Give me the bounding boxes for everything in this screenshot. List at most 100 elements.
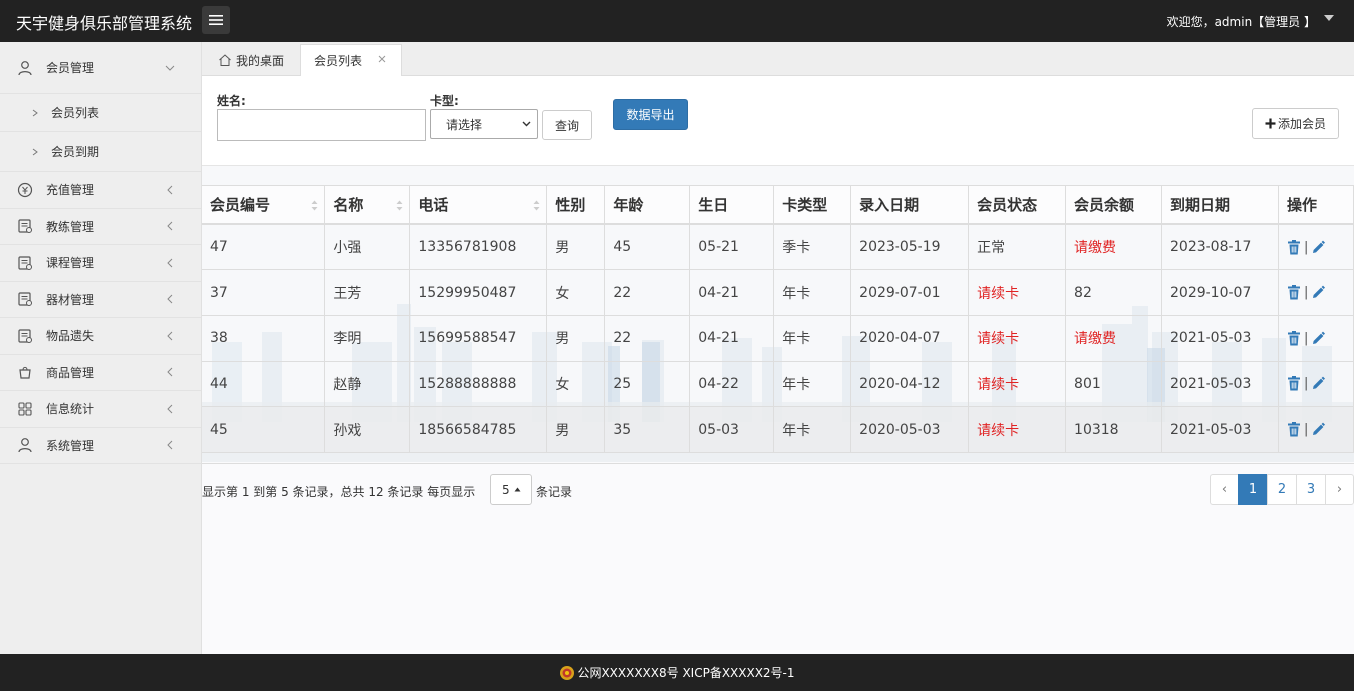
sidebar-subitem-member-list[interactable]: 会员列表	[0, 94, 201, 132]
cell-balance: 801	[1065, 361, 1162, 408]
plus-icon	[1265, 118, 1276, 129]
tab-my-desktop[interactable]: 我的桌面	[206, 44, 300, 76]
cell-created-date: 2029-07-01	[850, 269, 970, 316]
name-input[interactable]	[217, 109, 426, 141]
cell-member-id: 38	[202, 315, 326, 362]
cell-age: 22	[604, 315, 691, 362]
tab-label: 我的桌面	[236, 53, 285, 68]
chevron-left-icon	[167, 294, 173, 304]
top-header: 天宇健身俱乐部管理系统 欢迎您，admin【管理员 】	[0, 0, 1354, 42]
sidebar-subitem-label: 会员到期	[51, 145, 100, 159]
edit-pencil-icon[interactable]	[1311, 376, 1326, 391]
prev-page-button[interactable]: ‹	[1210, 474, 1239, 505]
edit-pencil-icon[interactable]	[1311, 240, 1326, 255]
document-icon	[18, 292, 32, 307]
cell-actions: |	[1278, 315, 1354, 362]
tab-label: 会员列表	[314, 54, 363, 68]
sidebar-item-system[interactable]: 系统管理	[0, 428, 201, 464]
caret-up-icon	[514, 487, 521, 492]
cell-card-type: 年卡	[773, 269, 852, 316]
tab-member-list[interactable]: 会员列表	[300, 44, 402, 76]
column-header: 性别	[546, 186, 606, 225]
welcome-user-menu[interactable]: 欢迎您，admin【管理员 】	[1167, 13, 1316, 30]
chevron-left-icon	[167, 221, 173, 231]
edit-pencil-icon[interactable]	[1311, 285, 1326, 300]
bag-icon	[19, 367, 31, 379]
sidebar-item-coach[interactable]: 教练管理	[0, 209, 201, 245]
sidebar-item-products[interactable]: 商品管理	[0, 355, 201, 391]
chevron-down-icon	[165, 65, 175, 71]
query-button[interactable]: 查询	[542, 110, 592, 140]
cell-name: 小强	[324, 224, 411, 271]
sort-icon[interactable]	[396, 200, 403, 211]
pagination-suffix: 条记录	[536, 485, 573, 499]
police-badge-icon	[560, 665, 575, 680]
column-header[interactable]: 会员编号	[202, 186, 326, 225]
cell-card-type: 年卡	[773, 315, 852, 362]
page-button-3[interactable]: 3	[1296, 474, 1326, 505]
hamburger-icon	[209, 15, 223, 25]
grid-icon	[18, 402, 32, 416]
sidebar-item-member-management[interactable]: 会员管理	[0, 42, 201, 94]
cell-gender: 男	[546, 406, 606, 453]
column-header: 生日	[689, 186, 775, 225]
trash-icon[interactable]	[1287, 330, 1301, 346]
column-header: 会员状态	[968, 186, 1067, 225]
sidebar-item-course[interactable]: 课程管理	[0, 245, 201, 282]
sidebar-item-recharge[interactable]: 充值管理	[0, 172, 201, 209]
cell-name: 赵静	[324, 361, 411, 408]
cell-birthday: 05-03	[689, 406, 775, 453]
document-icon	[18, 219, 32, 234]
trash-icon[interactable]	[1287, 422, 1301, 437]
cell-expire-date: 2021-05-03	[1161, 406, 1279, 453]
document-icon	[18, 329, 32, 343]
close-icon[interactable]	[377, 54, 387, 64]
cell-gender: 男	[546, 315, 606, 362]
edit-pencil-icon[interactable]	[1311, 331, 1326, 346]
menu-toggle-button[interactable]	[202, 6, 230, 34]
page-size-value: 5	[502, 482, 510, 497]
column-header[interactable]: 电话	[409, 186, 548, 225]
cell-status: 请续卡	[968, 269, 1067, 316]
next-page-button[interactable]: ›	[1325, 474, 1354, 505]
export-data-button[interactable]: 数据导出	[613, 99, 688, 130]
sidebar-item-label: 教练管理	[46, 219, 95, 234]
sort-icon[interactable]	[311, 200, 318, 211]
sidebar-item-equipment[interactable]: 器材管理	[0, 282, 201, 318]
cell-name: 王芳	[324, 269, 411, 316]
page-button-1[interactable]: 1	[1238, 474, 1268, 505]
name-label: 姓名:	[217, 94, 246, 108]
card-type-label: 卡型:	[430, 94, 459, 108]
column-header[interactable]: 名称	[324, 186, 411, 225]
sort-icon[interactable]	[533, 200, 540, 211]
user-icon	[18, 438, 32, 453]
edit-pencil-icon[interactable]	[1311, 422, 1326, 437]
trash-icon[interactable]	[1287, 376, 1301, 391]
cell-phone: 13356781908	[409, 224, 548, 271]
sidebar-subitem-member-expire[interactable]: 会员到期	[0, 132, 201, 172]
chevron-down-icon	[522, 121, 531, 127]
cell-phone: 18566584785	[409, 406, 548, 453]
page-button-2[interactable]: 2	[1267, 474, 1297, 505]
sidebar-item-label: 器材管理	[46, 292, 95, 307]
chevron-right-icon	[32, 109, 38, 116]
user-icon	[18, 60, 32, 75]
card-type-select[interactable]: 请选择	[430, 109, 538, 139]
page-size-dropdown[interactable]: 5	[490, 474, 532, 505]
cell-expire-date: 2023-08-17	[1161, 224, 1279, 271]
sidebar-item-label: 课程管理	[46, 256, 95, 271]
trash-icon[interactable]	[1287, 285, 1301, 300]
cell-phone: 15699588547	[409, 315, 548, 362]
member-table-container: 会员编号 名称 电话 性别 年龄 生日 卡类型 录入日期 会员状态 会员余额 到…	[202, 185, 1354, 464]
table-row: 37 王芳 15299950487 女 22 04-21 年卡 2029-07-…	[202, 269, 1354, 316]
cell-balance: 82	[1065, 269, 1162, 316]
add-member-button[interactable]: 添加会员	[1252, 108, 1339, 139]
trash-icon[interactable]	[1287, 239, 1301, 255]
cell-created-date: 2020-05-03	[850, 406, 970, 453]
caret-down-icon[interactable]	[1324, 15, 1334, 21]
cell-member-id: 37	[202, 269, 326, 316]
sidebar-item-label: 商品管理	[46, 365, 95, 380]
cell-status: 正常	[968, 224, 1067, 271]
sidebar-item-statistics[interactable]: 信息统计	[0, 391, 201, 428]
sidebar-item-lost-items[interactable]: 物品遗失	[0, 318, 201, 355]
